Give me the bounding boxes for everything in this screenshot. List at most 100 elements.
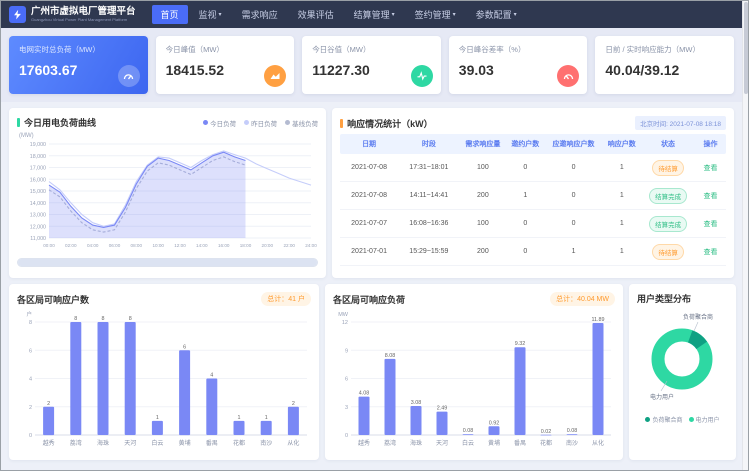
bottom-row: 各区局可响应户数 总计：41 户 02468户2越秀8荔湾8海珠8天河1白云6黄… — [9, 284, 734, 460]
bar[interactable] — [437, 412, 448, 435]
scrollbar-thumb[interactable] — [744, 2, 748, 94]
legend-item[interactable]: 昨日负荷 — [244, 118, 277, 128]
svg-text:9.32: 9.32 — [515, 341, 526, 347]
svg-text:2: 2 — [292, 401, 295, 407]
table-row: 2021-07-0115:29~15:59200011待结算查看 — [340, 238, 726, 266]
table-cell: 0 — [545, 192, 603, 199]
table-header-cell: 邀约户数 — [506, 134, 545, 154]
table-header-cell: 日期 — [340, 134, 398, 154]
bar[interactable] — [515, 347, 526, 435]
bar[interactable] — [234, 421, 245, 435]
status-badge: 结算完成 — [649, 188, 687, 204]
svg-text:14:00: 14:00 — [196, 243, 208, 248]
table-cell: 0 — [545, 164, 603, 171]
svg-text:荔湾: 荔湾 — [70, 439, 82, 447]
nav-item-5[interactable]: 签约管理▾ — [406, 5, 465, 24]
svg-text:1: 1 — [156, 415, 159, 421]
table-header-cell: 状态 — [641, 134, 695, 154]
svg-text:19,000: 19,000 — [30, 142, 46, 148]
table-cell: 1 — [506, 192, 545, 199]
nav-item-6[interactable]: 参数配置▾ — [467, 5, 526, 24]
bar[interactable] — [206, 379, 217, 436]
svg-text:天河: 天河 — [124, 439, 136, 447]
legend-item[interactable]: 电力用户 — [689, 415, 720, 424]
bar[interactable] — [125, 322, 136, 435]
svg-text:16,000: 16,000 — [30, 177, 46, 183]
svg-text:0: 0 — [29, 433, 32, 439]
table-cell: 0 — [506, 248, 545, 255]
svg-text:0: 0 — [345, 433, 348, 439]
panel-title: 用户类型分布 — [637, 292, 691, 305]
kpi-label: 今日峰值（MW） — [166, 44, 285, 55]
kpi-row: 电网实时总负荷（MW） 17603.67 今日峰值（MW） 18415.52 今… — [9, 36, 734, 94]
nav-item-2[interactable]: 需求响应 — [233, 5, 287, 24]
bar[interactable] — [179, 350, 190, 435]
total-load-badge: 总计：40.04 MW — [550, 292, 615, 306]
svg-text:MW: MW — [338, 312, 349, 318]
svg-text:0.92: 0.92 — [489, 420, 500, 426]
legend-item[interactable]: 今日负荷 — [203, 118, 236, 128]
bar[interactable] — [43, 407, 54, 435]
gauge-icon — [118, 65, 140, 87]
chevron-down-icon: ▾ — [219, 11, 222, 18]
nav-item-0[interactable]: 首页 — [152, 5, 188, 24]
pulse-icon — [411, 65, 433, 87]
bar[interactable] — [152, 421, 163, 435]
rate-gauge-icon — [557, 65, 579, 87]
bar[interactable] — [98, 322, 109, 435]
brand: 广州市虚拟电厂管理平台 Guangzhou Virtual Power Plan… — [9, 6, 136, 23]
legend-item[interactable]: 负荷聚合商 — [645, 415, 682, 424]
svg-text:08:00: 08:00 — [131, 243, 143, 248]
svg-text:24:00: 24:00 — [305, 243, 317, 248]
svg-text:海珠: 海珠 — [97, 439, 109, 447]
chart-zoom-slider[interactable] — [17, 258, 318, 267]
y-axis-unit: (MW) — [19, 133, 318, 139]
district-users-chart: 02468户2越秀8荔湾8海珠8天河1白云6黄埔4番禺1花都1南沙2从化 — [17, 310, 311, 448]
view-link[interactable]: 查看 — [704, 221, 718, 228]
svg-text:9: 9 — [345, 348, 348, 354]
bar[interactable] — [70, 322, 81, 435]
bar[interactable] — [288, 407, 299, 435]
bar[interactable] — [593, 323, 604, 435]
svg-text:13,000: 13,000 — [30, 213, 46, 219]
svg-text:电力用户: 电力用户 — [650, 393, 674, 401]
user-type-donut-chart: 负荷聚合商电力用户 — [637, 309, 728, 407]
bar[interactable] — [359, 397, 370, 435]
svg-text:8: 8 — [129, 316, 132, 322]
nav-item-1[interactable]: 监视▾ — [190, 5, 231, 24]
vertical-scrollbar[interactable] — [742, 1, 748, 470]
title-accent — [340, 119, 343, 128]
bar[interactable] — [411, 406, 422, 435]
svg-text:荔湾: 荔湾 — [384, 439, 396, 447]
table-cell: 17:31~18:01 — [398, 164, 460, 171]
peak-icon — [264, 65, 286, 87]
status-badge: 结算完成 — [649, 216, 687, 232]
legend-item[interactable]: 基线负荷 — [285, 118, 318, 128]
nav-item-label: 效果评估 — [298, 8, 334, 21]
view-link[interactable]: 查看 — [704, 193, 718, 200]
kpi-card-response-capacity: 日前 / 实时响应能力（MW） 40.04/39.12 — [595, 36, 734, 94]
bar[interactable] — [489, 426, 500, 435]
table-cell: 2021-07-01 — [340, 248, 398, 255]
view-link[interactable]: 查看 — [704, 249, 718, 256]
bar[interactable] — [541, 435, 552, 436]
svg-text:20:00: 20:00 — [262, 243, 274, 248]
table-cell: 2021-07-08 — [340, 192, 398, 199]
legend-dot-icon — [203, 120, 208, 125]
load-curve-panel: 今日用电负荷曲线 今日负荷昨日负荷基线负荷 (MW) 11,00012,0001… — [9, 108, 326, 278]
bar[interactable] — [463, 434, 474, 435]
chart-zoom-handle[interactable] — [18, 259, 317, 266]
svg-text:0.08: 0.08 — [463, 428, 474, 434]
bar[interactable] — [261, 421, 272, 435]
nav-item-3[interactable]: 效果评估 — [289, 5, 343, 24]
panel-title: 响应情况统计（kW） — [340, 117, 433, 130]
svg-text:黄埔: 黄埔 — [488, 439, 500, 447]
bar[interactable] — [385, 359, 396, 435]
nav-item-4[interactable]: 结算管理▾ — [345, 5, 404, 24]
app-title: 广州市虚拟电厂管理平台 — [31, 7, 136, 18]
kpi-card-realtime-load: 电网实时总负荷（MW） 17603.67 — [9, 36, 148, 94]
legend-dot-icon — [689, 417, 694, 422]
svg-text:黄埔: 黄埔 — [179, 439, 191, 447]
view-link[interactable]: 查看 — [704, 165, 718, 172]
bar[interactable] — [567, 434, 578, 435]
